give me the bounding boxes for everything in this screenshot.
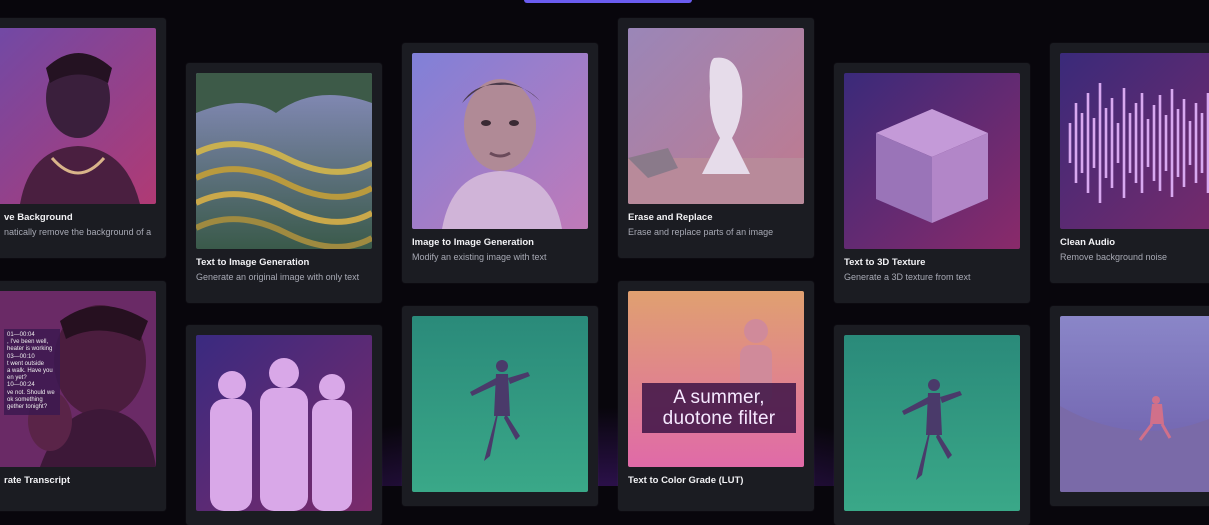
erase-replace-thumbnail [628,28,804,204]
card-dancer-green-2[interactable] [834,325,1030,525]
card-color-grade[interactable]: A summer, duotone filter Text to Color G… [618,281,814,511]
card-image-to-image[interactable]: Image to Image Generation Modify an exis… [402,43,598,283]
card-skater[interactable] [1050,306,1209,506]
card-dancer-green[interactable] [402,306,598,506]
dancer-thumbnail [844,335,1020,511]
clean-audio-thumbnail [1060,53,1209,229]
transcript-thumbnail: 01—00:04 , I've been well, heater is wor… [0,291,156,467]
card-text-to-3d[interactable]: Text to 3D Texture Generate a 3D texture… [834,63,1030,303]
card-remove-background[interactable]: ve Background natically remove the backg… [0,18,166,258]
card-remove-background-people[interactable] [186,325,382,525]
image-to-image-thumbnail [412,53,588,229]
card-description: Erase and replace parts of an image [628,227,774,237]
card-description: natically remove the background of a [4,227,152,237]
text-to-3d-thumbnail [844,73,1020,249]
card-title: rate Transcript [4,475,70,486]
card-description: Generate a 3D texture from text [844,272,971,282]
card-description: Generate an original image with only tex… [196,272,360,282]
card-description: Remove background noise [1060,252,1168,262]
card-text-to-image[interactable]: Text to Image Generation Generate an ori… [186,63,382,303]
color-grade-thumbnail: A summer, duotone filter [628,291,804,467]
card-title: Clean Audio [1060,237,1116,248]
remove-background-thumbnail [0,28,156,204]
card-title: ve Background [4,212,73,223]
card-clean-audio[interactable]: Clean Audio Remove background noise [1050,43,1209,283]
card-title: Erase and Replace [628,212,713,223]
skater-thumbnail [1060,316,1209,492]
card-title: Image to Image Generation [412,237,534,248]
dancer-thumbnail [412,316,588,492]
card-title: Text to Color Grade (LUT) [628,475,744,486]
caption-overlay: A summer, duotone filter [642,383,796,433]
transcript-overlay: 01—00:04 , I've been well, heater is wor… [4,329,60,415]
card-title: Text to Image Generation [196,257,310,268]
top-pill-indicator [524,0,692,3]
card-title: Text to 3D Texture [844,257,926,268]
text-to-image-thumbnail [196,73,372,249]
card-description: Modify an existing image with text [412,252,547,262]
card-erase-replace[interactable]: Erase and Replace Erase and replace part… [618,18,814,258]
people-silhouette-thumbnail [196,335,372,511]
card-generate-transcript[interactable]: 01—00:04 , I've been well, heater is wor… [0,281,166,511]
